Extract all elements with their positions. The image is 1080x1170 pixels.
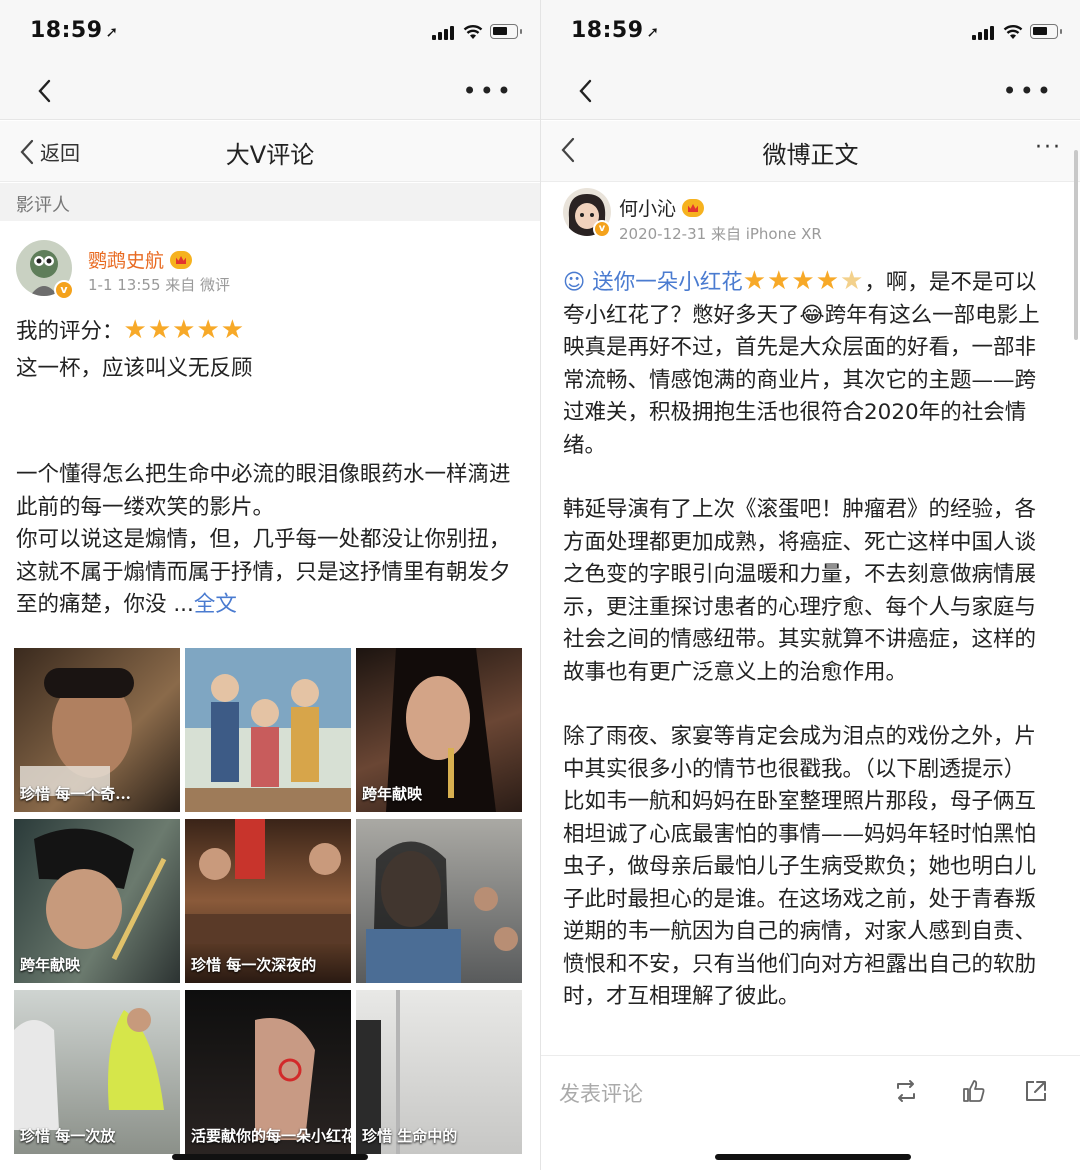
post-line: 映真是再好不过，首先是大众层面的好看，一部非	[563, 335, 1037, 360]
grid-image[interactable]: 珍惜 每一次放	[14, 990, 180, 1154]
page-title: 大V评论	[225, 141, 315, 169]
action-bar: 发表评论	[541, 1055, 1080, 1170]
grid-image[interactable]	[185, 648, 351, 812]
more-menu-button[interactable]: ···	[1035, 135, 1062, 160]
post-body: 一个懂得怎么把生命中必流的眼泪像眼药水一样滴进此前的每一缕欢笑的影片。 你可以说…	[16, 459, 526, 622]
image-caption: 活要献你的每一朵小红花	[191, 1127, 351, 1145]
more-icon[interactable]: •••	[1003, 79, 1054, 103]
post-line: 韩延导演有了上次《滚蛋吧！肿瘤君》的经验，各	[563, 497, 1037, 522]
page-header: 微博正文 ···	[541, 121, 1080, 182]
post-line: 社会之间的情感纽带。其实就算不讲癌症，这样的	[563, 627, 1037, 652]
rating-label: 我的评分：	[16, 319, 124, 344]
post-line: 除了雨夜、家宴等肯定会成为泪点的戏份之外，片	[563, 724, 1037, 749]
page-title: 微博正文	[762, 141, 859, 169]
read-more-link[interactable]: 全文	[194, 592, 237, 617]
author-name[interactable]: 鹦鹉史航	[88, 246, 193, 273]
rating-stars-icon: ★★★★★	[742, 266, 865, 296]
image-caption: 珍惜 生命中的	[362, 1127, 458, 1145]
post-line: 常流畅、情感饱满的商业片，其次它的主题——跨	[563, 367, 1037, 393]
verified-badge-icon: v	[54, 280, 74, 300]
home-indicator[interactable]	[172, 1154, 368, 1160]
post-meta: 2020-12-31 来自 iPhone XR	[619, 225, 822, 243]
post-line: 子此时最担心的是谁。在这场戏之前，处于青春叛	[563, 886, 1037, 912]
post-line: 之色变的字眼引向温暖和力量，不去刻意做病情展	[563, 562, 1037, 587]
grid-image[interactable]: 跨年献映	[356, 648, 522, 812]
crown-badge-icon	[682, 199, 705, 217]
home-indicator[interactable]	[715, 1154, 911, 1160]
post-body: ☺ 送你一朵小红花★★★★★，啊，是不是可以 夸小红花了？憋好多天了😂跨年有这么…	[563, 265, 1068, 1014]
post-line: 中其实很多小的情节也很戳我。（以下剧透提示）	[563, 756, 1026, 782]
post-line: 时，才互相理解了彼此。	[563, 984, 800, 1009]
post-line: 虫子，做母亲后最怕儿子生病受欺负；她也明白儿	[563, 854, 1037, 879]
wifi-icon	[1003, 25, 1023, 39]
author-name[interactable]: 何小沁	[619, 194, 705, 221]
battery-icon	[490, 24, 522, 39]
post-line: 愤恨和不安，只有当他们向对方袒露出自己的软肋	[563, 951, 1037, 977]
paragraph: 你可以说这是煽情，但，几乎每一处都没让你别扭，这就不属于煽情而属于抒情，只是这抒…	[16, 527, 511, 617]
location-arrow-icon: ➚	[646, 23, 660, 41]
rating-stars-icon: ★★★★★	[123, 315, 246, 345]
paragraph: 一个懂得怎么把生命中必流的眼泪像眼药水一样滴进此前的每一缕欢笑的影片。	[16, 462, 511, 520]
right-screen: 18:59 ➚ ••• 微博正文 ··· v 何小沁 2020-12-31 来自 …	[541, 0, 1080, 1170]
share-icon[interactable]	[1023, 1078, 1049, 1104]
image-caption: 跨年献映	[362, 785, 423, 803]
image-caption: 珍惜 每一次放	[20, 1127, 116, 1145]
image-caption: 珍惜 每一个奇...	[20, 785, 131, 803]
browser-navbar: •••	[541, 62, 1080, 120]
illustration-icon	[185, 648, 351, 812]
comment-input[interactable]: 发表评论	[559, 1078, 643, 1108]
film-still-icon	[366, 841, 518, 983]
status-time: 18:59 ➚	[30, 18, 119, 43]
post-line: 绪。	[563, 432, 607, 458]
browser-navbar: •••	[0, 62, 540, 120]
repost-icon[interactable]	[893, 1078, 919, 1104]
location-arrow-icon: ➚	[105, 23, 119, 41]
cellular-signal-icon	[432, 26, 458, 40]
post-line: 方面处理都更加成熟，将癌症、死亡这样中国人谈	[563, 529, 1037, 555]
status-time: 18:59 ➚	[571, 18, 660, 43]
page-header: 返回 大V评论	[0, 121, 540, 182]
grid-image[interactable]	[356, 819, 522, 983]
chevron-left-icon[interactable]	[30, 76, 60, 106]
scrollbar[interactable]	[1074, 150, 1078, 340]
post-line: ☺ 送你一朵小红花★★★★★，啊，是不是可以	[563, 266, 1037, 296]
grid-image[interactable]: 珍惜 每一个奇...	[14, 648, 180, 812]
more-icon[interactable]: •••	[463, 79, 514, 103]
image-caption: 珍惜 每一次深夜的	[191, 956, 317, 974]
post-line: 逆期的韦一航因为自己的病情，对家人感到自责、	[563, 919, 1037, 944]
post-line: 比如韦一航和妈妈在卧室整理照片那段，母子俩互	[563, 789, 1037, 814]
like-icon[interactable]	[961, 1078, 987, 1104]
grid-image[interactable]: 活要献你的每一朵小红花	[185, 990, 351, 1154]
status-bar: 18:59 ➚	[0, 0, 540, 62]
post-line: 示，更注重探讨患者的心理疗愈、每个人与家庭与	[563, 594, 1037, 620]
chevron-left-icon[interactable]	[571, 76, 601, 106]
battery-icon	[1030, 24, 1062, 39]
image-caption: 跨年献映	[20, 956, 81, 974]
left-screen: 18:59 ➚ ••• 返回 大V评论 影评人 v 鹦鹉史航 1-1 13:55 …	[0, 0, 540, 1170]
emoji-topic-icon: ☺	[563, 270, 586, 295]
grid-image[interactable]: 珍惜 每一次深夜的	[185, 819, 351, 983]
post-line: 夸小红花了？憋好多天了😂跨年有这么一部电影上	[563, 302, 1040, 328]
post-headline: 这一杯，应该叫义无反顾	[16, 356, 253, 381]
post-line: 过难关，积极拥抱生活也很符合2020年的社会情	[563, 400, 1027, 425]
grid-image[interactable]: 珍惜 生命中的	[356, 990, 522, 1154]
status-bar: 18:59 ➚	[541, 0, 1080, 62]
section-label: 影评人	[0, 183, 540, 221]
post-line: 故事也有更广泛意义上的治愈作用。	[563, 659, 908, 685]
cellular-signal-icon	[972, 26, 998, 40]
crown-badge-icon	[170, 251, 193, 269]
rating-row: 我的评分：★★★★★	[16, 314, 245, 349]
post-meta: 1-1 13:55 来自 微评	[88, 276, 231, 294]
topic-link[interactable]: ☺ 送你一朵小红花	[563, 270, 743, 295]
verified-badge-icon: v	[593, 220, 611, 238]
wifi-icon	[463, 25, 483, 39]
post-line: 相坦诚了心底最害怕的事情——妈妈年轻时怕黑怕	[563, 821, 1037, 847]
grid-image[interactable]: 跨年献映	[14, 819, 180, 983]
